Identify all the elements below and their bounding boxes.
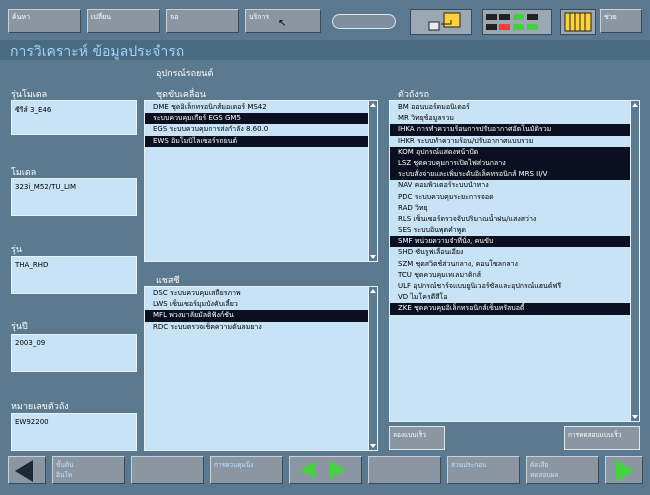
- version-field: THA_RHD: [11, 256, 137, 294]
- bottom-button-3-label: การควบคุมนิ่ง: [214, 461, 254, 469]
- bottom-button-7-label: ตัดเสีย ทดสอบผล: [530, 461, 559, 479]
- scroll-up-icon[interactable]: [370, 289, 376, 293]
- bottom-button-1-label: ขั้นต้น อินโพ: [56, 461, 74, 479]
- bottom-button-6[interactable]: ส่วนประกอบ: [447, 456, 520, 484]
- scroll-down-icon[interactable]: [370, 444, 376, 448]
- help-button[interactable]: ช่วย: [600, 9, 642, 33]
- list-item[interactable]: PDC ระบบควบคุมระยะการจอด: [390, 192, 639, 203]
- bottom-button-5[interactable]: [368, 456, 441, 484]
- scroll-up-icon[interactable]: [370, 103, 376, 107]
- chassis-number-field: EW92200: [11, 413, 137, 451]
- list-item[interactable]: EGS ระบบควบคุมการส่งกำลัง 8.60.0: [145, 124, 377, 135]
- toolbar-button-1[interactable]: ค้นหา: [8, 9, 81, 33]
- arrow-left-green-icon[interactable]: [300, 461, 316, 479]
- module-icon: [560, 9, 596, 35]
- toolbar-button-4-label: บริการ: [249, 13, 270, 21]
- chassis-number-label: หมายเลขตัวถัง: [11, 402, 69, 412]
- page-nav-buttons[interactable]: [289, 456, 362, 484]
- toolbar-button-2[interactable]: เปลี่ยน: [87, 9, 160, 33]
- list-item[interactable]: NAV คอมพิวเตอร์ระบบนำทาง: [390, 180, 639, 191]
- main-panel: อุปกรณ์รถยนต์ รุ่นโมเดล ซีรีส์ 3_E46 โมเ…: [0, 60, 650, 453]
- scroll-down-icon[interactable]: [370, 255, 376, 259]
- list-item[interactable]: TCU ชุดควบคุมเทเลมาติกส์: [390, 270, 639, 281]
- help-button-label: ช่วย: [604, 13, 617, 21]
- body-heading: ตัวถังรถ: [398, 90, 430, 100]
- arrow-right-green-icon[interactable]: [330, 461, 346, 479]
- app-window: ค้นหา เปลี่ยน จอ บริการ ↖ ช่วย การวิเครา…: [0, 0, 650, 495]
- toolbar-button-2-label: เปลี่ยน: [91, 13, 112, 21]
- list-item[interactable]: BM ออนบอร์ดมอนิเตอร์: [390, 102, 639, 113]
- version-label: รุ่น: [11, 245, 22, 255]
- list-item[interactable]: KOM อุปกรณ์แสดงหน้าปัด: [390, 146, 639, 158]
- chassis-list[interactable]: DSC ระบบควบคุมเสถียรภาพ LWS เซ็นเซอร์มุมบ…: [144, 286, 378, 451]
- year-field: 2003_09: [11, 334, 137, 372]
- body-list[interactable]: BM ออนบอร์ดมอนิเตอร์ MR วิทยุข้อมูลรวม IHK…: [389, 100, 640, 422]
- toolbar-button-4[interactable]: บริการ ↖: [245, 9, 321, 33]
- model-label: โมเดล: [11, 168, 37, 178]
- scroll-up-icon[interactable]: [632, 103, 638, 107]
- list-item[interactable]: DSC ระบบควบคุมเสถียรภาพ: [145, 288, 377, 299]
- model-field: 323i_M52/TU_LIM: [11, 178, 137, 216]
- list-item[interactable]: IHKA การทำความร้อนการปรับอากาศอัตโนมัติร…: [390, 124, 639, 136]
- arrow-left-icon: [15, 460, 33, 482]
- list-item[interactable]: SHD ซันรูฟเลื่อนเอียง: [390, 247, 639, 258]
- list-item[interactable]: MR วิทยุข้อมูลรวม: [390, 113, 639, 124]
- bottom-button-6-label: ส่วนประกอบ: [451, 461, 487, 469]
- list-item[interactable]: VD ไมโครดีสีโอ: [390, 292, 639, 303]
- bottom-toolbar: ขั้นต้น อินโพ การควบคุมนิ่ง ส่วนประกอบ ต…: [0, 453, 650, 495]
- list-item[interactable]: IHKR ระบบทำความร้อน/ปรับอากาศแบบรวม: [390, 136, 639, 147]
- chassis-number-value: EW92200: [15, 418, 49, 426]
- status-capsule: [332, 14, 396, 29]
- list-item[interactable]: DME ชุดอิเล็กทรอนิกส์มอเตอร์ MS42: [145, 102, 377, 113]
- list-item[interactable]: ระบบสั่งจ่ายและเพิ่มระดับอิเล็คทรอนิกส์ …: [390, 169, 639, 181]
- quick-test-small-label: ลองแบบเร็ว: [393, 431, 426, 439]
- toolbar-button-3[interactable]: จอ: [166, 9, 239, 33]
- list-item[interactable]: EWS อิมโมบิไลเซอร์รถยนต์: [145, 135, 377, 147]
- list-item[interactable]: SES ระบบอินพุตคำพูด: [390, 225, 639, 236]
- list-item[interactable]: ULF อุปกรณ์ชาร์จแบบยูนิเวอร์ซัลและอุปกรณ…: [390, 281, 639, 292]
- list-item[interactable]: MFL พวงมาลัยมัลติฟังก์ชัน: [145, 310, 377, 322]
- bottom-button-3[interactable]: การควบคุมนิ่ง: [210, 456, 283, 484]
- list-item[interactable]: ระบบควบคุมเกียร์ EGS GM5: [145, 113, 377, 125]
- series-field: ซีรีส์ 3_E46: [11, 100, 137, 135]
- drivetrain-heading: ชุดขับเคลื่อน: [156, 90, 206, 100]
- scroll-down-icon[interactable]: [632, 415, 638, 419]
- vehicle-equipment-heading: อุปกรณ์รถยนต์: [156, 69, 214, 79]
- year-label: รุ่นปี: [11, 322, 28, 332]
- quick-test-label: การทดสอบแบบเร็ว: [568, 431, 622, 439]
- drivetrain-list[interactable]: DME ชุดอิเล็กทรอนิกส์มอเตอร์ MS42 ระบบควบ…: [144, 100, 378, 262]
- list-item[interactable]: SZM ชุดสวิตช์ส่วนกลาง, คอนโซลกลาง: [390, 259, 639, 270]
- series-label: รุ่นโมเดล: [11, 90, 48, 100]
- chassis-heading: แชสซี: [156, 276, 180, 286]
- model-value: 323i_M52/TU_LIM: [15, 183, 77, 191]
- list-item[interactable]: ZKE ชุดควบคุมอิเล็กทรอนิกส์เซ็นทรัลบอดี้: [390, 303, 639, 315]
- body-scrollbar[interactable]: [630, 101, 639, 421]
- arrow-right-icon: [616, 460, 634, 482]
- series-value: ซีรีส์ 3_E46: [15, 106, 52, 114]
- list-item[interactable]: LWS เซ็นเซอร์มุมบังคับเลี้ยว: [145, 299, 377, 310]
- signal-bars-icon: [482, 9, 552, 35]
- year-value: 2003_09: [15, 339, 46, 347]
- back-button[interactable]: [8, 456, 46, 484]
- quick-test-button[interactable]: การทดสอบแบบเร็ว: [564, 426, 640, 450]
- list-item[interactable]: RDC ระบบตรวจเช็คความดันลมยาง: [145, 322, 377, 333]
- drivetrain-scrollbar[interactable]: [368, 101, 377, 261]
- bottom-button-2[interactable]: [131, 456, 204, 484]
- quick-test-small-button[interactable]: ลองแบบเร็ว: [389, 426, 445, 450]
- battery-connection-icon: [410, 9, 472, 35]
- chassis-scrollbar[interactable]: [368, 287, 377, 450]
- bottom-button-1[interactable]: ขั้นต้น อินโพ: [52, 456, 125, 484]
- list-item[interactable]: RLS เซ็นเซอร์ตรวจจับปริมาณน้ำฝน/แสงสว่าง: [390, 214, 639, 225]
- page-title: การวิเคราะห์ ข้อมูลประจำรถ: [10, 44, 185, 60]
- list-item[interactable]: LSZ ชุดควบคุมการเปิดไฟส่วนกลาง: [390, 157, 639, 170]
- bottom-button-7[interactable]: ตัดเสีย ทดสอบผล: [526, 456, 599, 484]
- list-item[interactable]: SMF หน่วยความจำที่นั่ง, คนขับ: [390, 236, 639, 248]
- toolbar-button-1-label: ค้นหา: [12, 13, 31, 21]
- cursor-icon: ↖: [278, 18, 287, 29]
- version-value: THA_RHD: [15, 261, 49, 269]
- forward-button[interactable]: [605, 456, 643, 484]
- toolbar-button-3-label: จอ: [170, 13, 179, 21]
- top-toolbar: ค้นหา เปลี่ยน จอ บริการ ↖ ช่วย: [0, 0, 650, 40]
- list-item[interactable]: RAD วิทยุ: [390, 203, 639, 214]
